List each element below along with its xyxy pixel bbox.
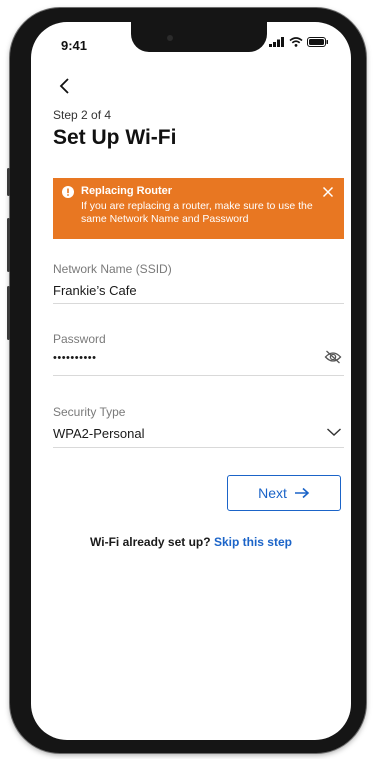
info-icon bbox=[62, 186, 74, 198]
page-title: Set Up Wi-Fi bbox=[53, 126, 177, 149]
password-field[interactable]: Password •••••••••• bbox=[53, 332, 344, 376]
network-name-label: Network Name (SSID) bbox=[53, 262, 172, 276]
alert-message: If you are replacing a router, make sure… bbox=[81, 200, 313, 225]
chevron-down-icon[interactable] bbox=[326, 427, 342, 437]
arrow-right-icon bbox=[294, 487, 310, 499]
skip-prompt: Wi-Fi already set up? bbox=[90, 535, 211, 549]
volume-up-button bbox=[7, 218, 10, 272]
security-type-select[interactable]: Security Type WPA2-Personal bbox=[53, 405, 344, 448]
battery-icon bbox=[307, 37, 328, 47]
network-name-input[interactable]: Frankie’s Cafe bbox=[53, 283, 137, 298]
status-time: 9:41 bbox=[61, 38, 88, 53]
skip-step-link[interactable]: Skip this step bbox=[214, 535, 292, 549]
replacing-router-alert: Replacing Router If you are replacing a … bbox=[53, 178, 344, 239]
back-arrow-icon[interactable] bbox=[53, 74, 77, 98]
password-input[interactable]: •••••••••• bbox=[53, 352, 97, 364]
next-button[interactable]: Next bbox=[227, 475, 341, 511]
step-indicator: Step 2 of 4 bbox=[53, 108, 112, 122]
close-icon[interactable] bbox=[322, 186, 334, 198]
security-type-value[interactable]: WPA2-Personal bbox=[53, 426, 145, 441]
mute-switch bbox=[7, 168, 10, 196]
screen: 9:41 Step 2 of 4 Set Up Wi-Fi Replacing … bbox=[31, 22, 351, 740]
password-label: Password bbox=[53, 332, 106, 346]
volume-down-button bbox=[7, 286, 10, 340]
next-button-label: Next bbox=[258, 485, 287, 501]
skip-row: Wi-Fi already set up? Skip this step bbox=[31, 535, 351, 549]
wifi-icon bbox=[289, 37, 303, 47]
security-type-label: Security Type bbox=[53, 405, 126, 419]
notch bbox=[131, 22, 267, 52]
eye-off-icon[interactable] bbox=[324, 350, 342, 364]
signal-icon bbox=[269, 37, 284, 47]
status-icons bbox=[269, 37, 329, 47]
camera bbox=[167, 35, 173, 41]
alert-title: Replacing Router bbox=[81, 185, 173, 197]
network-name-field[interactable]: Network Name (SSID) Frankie’s Cafe bbox=[53, 262, 344, 304]
